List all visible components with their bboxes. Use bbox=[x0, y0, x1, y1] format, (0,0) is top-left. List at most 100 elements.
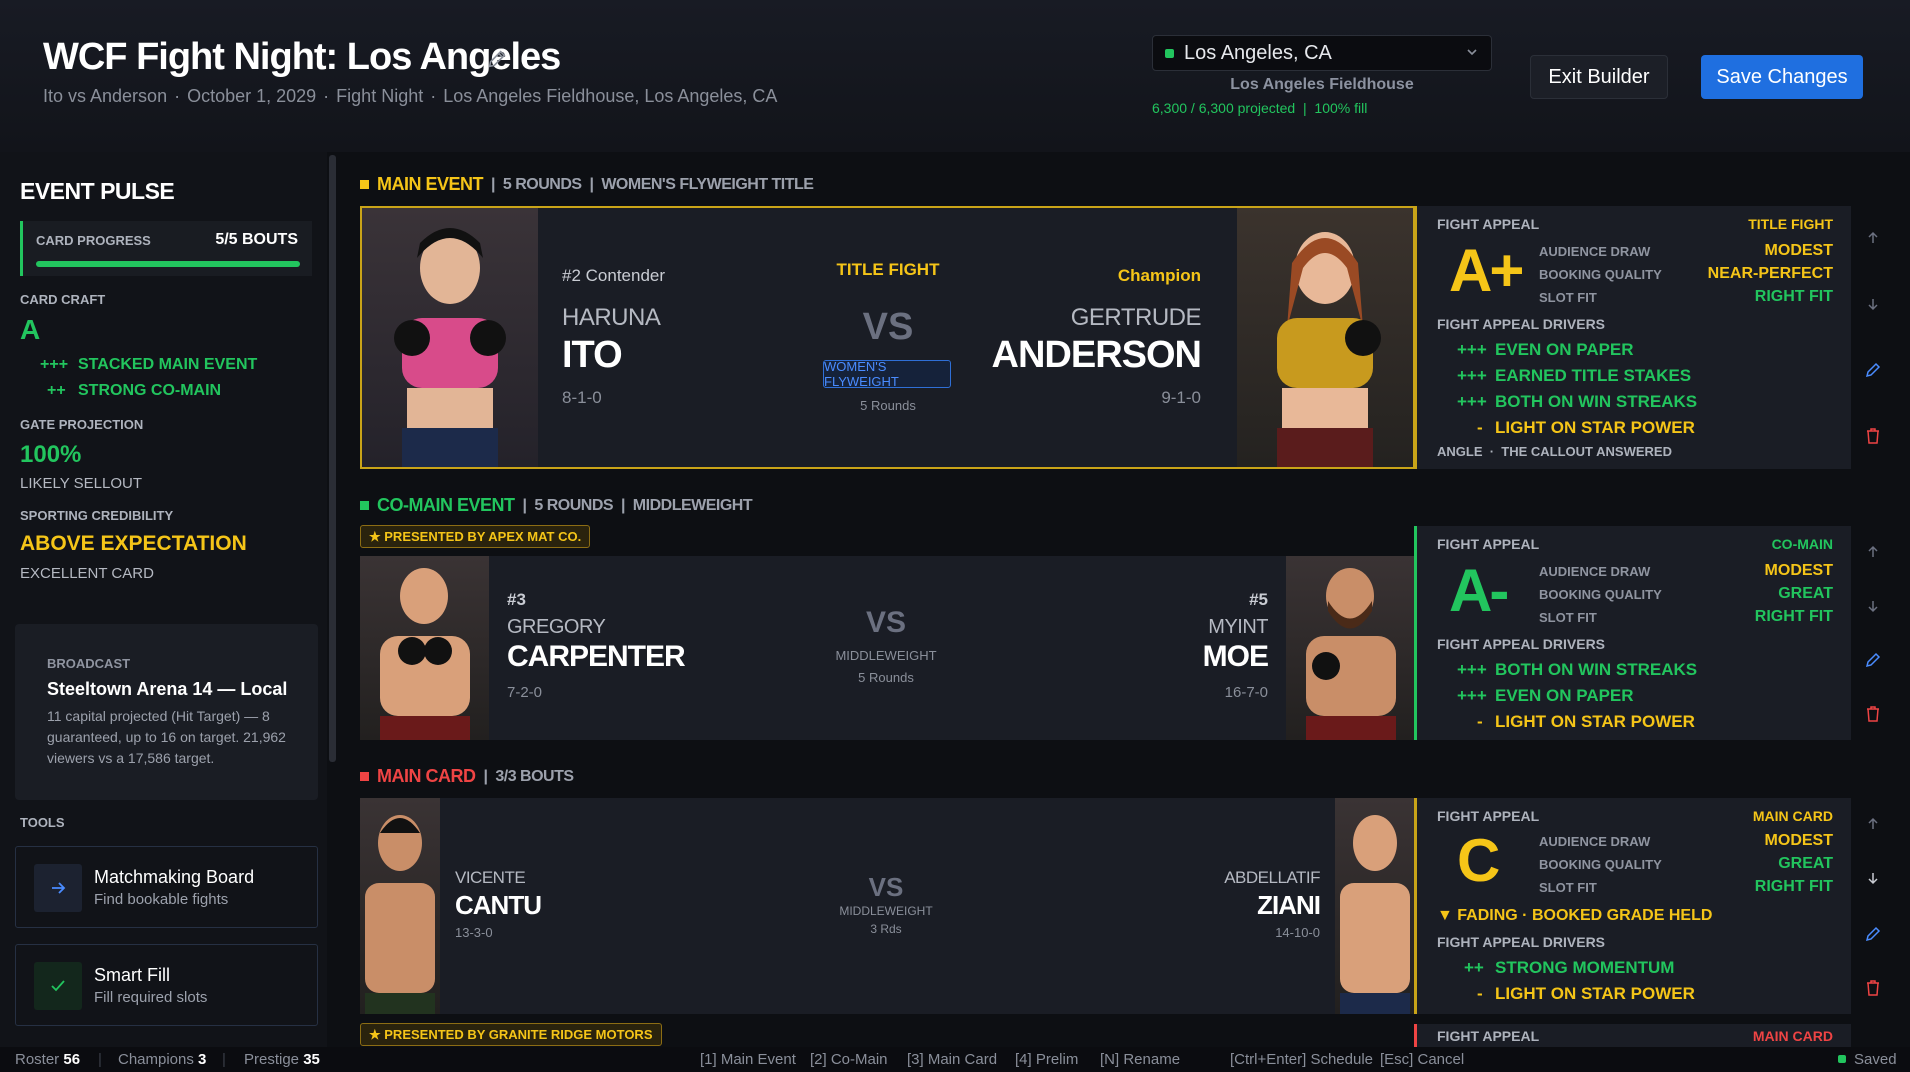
main-card-header: MAIN CARD | 3/3 BOUTS bbox=[360, 766, 574, 787]
move-down-icon[interactable] bbox=[1863, 294, 1883, 314]
edit-bout-icon[interactable] bbox=[1863, 924, 1883, 944]
appeal-row-value: MODEST bbox=[1764, 242, 1833, 259]
appeal-row-value: GREAT bbox=[1778, 855, 1833, 872]
delete-bout-icon[interactable] bbox=[1863, 978, 1883, 998]
vs-label: VS bbox=[865, 606, 907, 639]
prestige-stat: Prestige 35 bbox=[244, 1051, 320, 1068]
location-select[interactable]: Los Angeles, CA bbox=[1152, 35, 1492, 71]
appeal-row-value: RIGHT FIT bbox=[1754, 878, 1833, 895]
check-icon bbox=[34, 962, 82, 1010]
driver-text: BOTH ON WIN STREAKS bbox=[1495, 392, 1698, 411]
event-subtitle: Ito vs Anderson · October 1, 2029 · Fight Ni… bbox=[43, 86, 778, 106]
edit-bout-icon[interactable] bbox=[1863, 360, 1883, 380]
card-craft-grade: A bbox=[20, 314, 41, 345]
appeal-drivers-head: FIGHT APPEAL DRIVERS bbox=[1437, 934, 1606, 950]
move-up-icon[interactable] bbox=[1863, 542, 1883, 562]
divider: | bbox=[98, 1051, 102, 1068]
move-down-icon[interactable] bbox=[1863, 868, 1883, 888]
fighter-photo-ziani bbox=[1335, 798, 1415, 1014]
main-card-bout[interactable]: VICENTE CANTU 13-3-0 VS MIDDLEWEIGHT 3 R… bbox=[360, 798, 1415, 1014]
section-meta: | 5 ROUNDS | MIDDLEWEIGHT bbox=[522, 496, 753, 514]
delete-bout-icon[interactable] bbox=[1863, 704, 1883, 724]
fighter-photo-carpenter bbox=[360, 556, 489, 740]
appeal-row-value: MODEST bbox=[1764, 832, 1833, 849]
venue-name: Los Angeles Fieldhouse bbox=[1230, 76, 1414, 93]
move-up-icon[interactable] bbox=[1863, 228, 1883, 248]
section-label: CO-MAIN EVENT bbox=[377, 495, 515, 515]
appeal-tag: MAIN CARD bbox=[1752, 1028, 1833, 1044]
section-marker bbox=[360, 501, 369, 510]
fighter-rank: Champion bbox=[1117, 266, 1201, 285]
fighter-record: 14-10-0 bbox=[1275, 925, 1320, 940]
appeal-row-value: RIGHT FIT bbox=[1754, 608, 1833, 625]
broadcast-name: Steeltown Arena 14 — Local bbox=[47, 679, 288, 699]
appeal-row-label: SLOT FIT bbox=[1539, 610, 1597, 625]
rounds-label: 5 Rounds bbox=[860, 398, 916, 413]
tool-title: Smart Fill bbox=[94, 965, 170, 985]
stat-label: Prestige bbox=[244, 1051, 300, 1068]
credibility-value: ABOVE EXPECTATION bbox=[20, 532, 247, 555]
fighter-last-name: ITO bbox=[562, 334, 623, 376]
sub-matchup: Ito vs Anderson bbox=[43, 86, 168, 106]
driver-mark: +++ bbox=[1457, 660, 1487, 679]
fighter-last-name: ZIANI bbox=[1257, 890, 1321, 920]
exit-builder-button[interactable]: Exit Builder bbox=[1530, 55, 1668, 99]
stat-value: 3 bbox=[198, 1051, 207, 1068]
main-event-card[interactable]: #2 Contender HARUNA ITO 8-1-0 TITLE FIGH… bbox=[360, 206, 1415, 469]
save-changes-button[interactable]: Save Changes bbox=[1701, 55, 1863, 99]
fighter-photo-cantu bbox=[360, 798, 440, 1014]
craft-driver-mark: +++ bbox=[40, 356, 69, 373]
appeal-grade: A+ bbox=[1449, 237, 1524, 304]
shortcut-hint: [1] Main Event bbox=[700, 1051, 796, 1068]
appeal-row-value: RIGHT FIT bbox=[1754, 288, 1833, 305]
appeal-row-label: AUDIENCE DRAW bbox=[1539, 244, 1651, 259]
sidebar-title: EVENT PULSE bbox=[20, 178, 175, 204]
fighter-rank: #2 Contender bbox=[562, 266, 666, 285]
co-main-header: CO-MAIN EVENT | 5 ROUNDS | MIDDLEWEIGHT bbox=[360, 495, 753, 516]
sponsor-badge: ★ PRESENTED BY GRANITE RIDGE MOTORS bbox=[360, 1023, 662, 1046]
smart-fill-button[interactable]: Smart Fill Fill required slots bbox=[15, 944, 318, 1026]
move-up-icon[interactable] bbox=[1863, 814, 1883, 834]
vs-label: VS bbox=[868, 872, 904, 902]
driver-mark: +++ bbox=[1457, 392, 1487, 411]
tools-label: TOOLS bbox=[20, 815, 65, 830]
fighter-photo-ito bbox=[362, 208, 538, 467]
sidebar-scrollbar[interactable] bbox=[329, 155, 336, 762]
delete-bout-icon[interactable] bbox=[1863, 426, 1883, 446]
driver-text: EARNED TITLE STAKES bbox=[1495, 366, 1692, 385]
edit-title-icon[interactable] bbox=[486, 48, 508, 70]
driver-text: BOTH ON WIN STREAKS bbox=[1495, 660, 1698, 679]
stat-label: Roster bbox=[15, 1051, 60, 1068]
fighter-record: 7-2-0 bbox=[507, 684, 543, 701]
edit-bout-icon[interactable] bbox=[1863, 650, 1883, 670]
appeal-tag: TITLE FIGHT bbox=[1748, 216, 1833, 232]
appeal-row-label: SLOT FIT bbox=[1539, 880, 1597, 895]
fighter-record: 16-7-0 bbox=[1224, 684, 1268, 701]
driver-text: LIGHT ON STAR POWER bbox=[1495, 418, 1695, 437]
driver-text: STRONG MOMENTUM bbox=[1495, 958, 1675, 977]
fighter-last-name: CANTU bbox=[455, 890, 542, 920]
matchmaking-board-button[interactable]: Matchmaking Board Find bookable fights bbox=[15, 846, 318, 928]
divider: | bbox=[222, 1051, 226, 1068]
gate-projection-note: LIKELY SELLOUT bbox=[20, 475, 143, 492]
title-fight-badge: TITLE FIGHT bbox=[836, 260, 940, 279]
appeal-grade: A- bbox=[1449, 557, 1509, 624]
fighter-rank: #5 bbox=[1249, 590, 1268, 609]
tool-desc: Find bookable fights bbox=[94, 891, 229, 908]
sub-venue: Los Angeles Fieldhouse, Los Angeles, CA bbox=[443, 86, 778, 106]
card-progress: CARD PROGRESS 5/5 BOUTS bbox=[20, 221, 312, 276]
appeal-drivers-head: FIGHT APPEAL DRIVERS bbox=[1437, 636, 1606, 652]
arrow-right-icon bbox=[34, 864, 82, 912]
appeal-head: FIGHT APPEAL bbox=[1437, 1028, 1540, 1044]
rounds-label: 3 Rds bbox=[870, 922, 902, 936]
move-down-icon[interactable] bbox=[1863, 596, 1883, 616]
sub-type: Fight Night bbox=[336, 86, 424, 106]
sponsor-badge: ★ PRESENTED BY APEX MAT CO. bbox=[360, 525, 591, 548]
driver-text: EVEN ON PAPER bbox=[1495, 686, 1634, 705]
tool-desc: Fill required slots bbox=[94, 989, 208, 1006]
appeal-head: FIGHT APPEAL bbox=[1437, 216, 1540, 232]
section-meta: | 3/3 BOUTS bbox=[483, 767, 575, 785]
co-main-card[interactable]: #3 GREGORY CARPENTER 7-2-0 VS MIDDLEWEIG… bbox=[360, 556, 1415, 740]
main-card-appeal: FIGHT APPEAL MAIN CARD C AUDIENCE DRAW M… bbox=[1414, 798, 1851, 1014]
shortcut-hint: [4] Prelim bbox=[1015, 1051, 1079, 1068]
